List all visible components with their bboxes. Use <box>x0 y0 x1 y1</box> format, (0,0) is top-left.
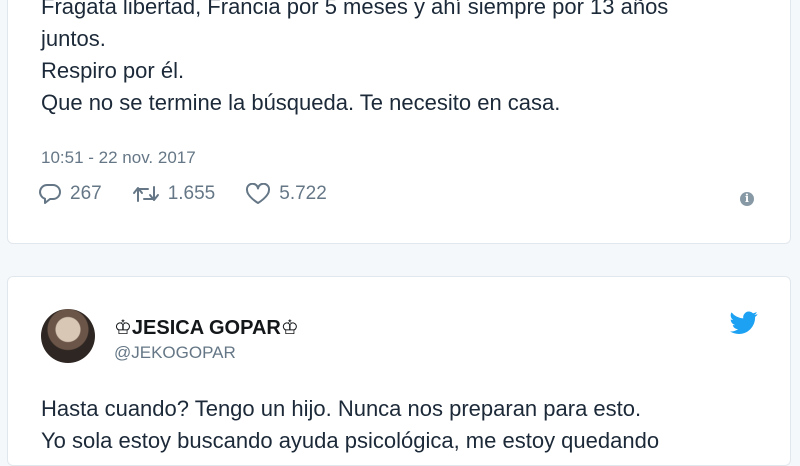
info-icon[interactable]: i <box>740 192 754 206</box>
tweet-text-line: Que no se termine la búsqueda. Te necesi… <box>41 90 561 115</box>
reply-icon <box>39 184 61 204</box>
tweet-card-2[interactable]: ♔JESICA GOPAR♔ @JEKOGOPAR Hasta cuando? … <box>7 276 791 466</box>
tweet-text-line: juntos. <box>41 26 106 51</box>
tweet-actions: 267 1.655 5.722 <box>38 179 760 209</box>
tweet-text: Hasta cuando? Tengo un hijo. Nunca nos p… <box>41 393 760 457</box>
display-name[interactable]: ♔JESICA GOPAR♔ <box>114 315 299 340</box>
reply-count: 267 <box>70 183 102 204</box>
retweet-count: 1.655 <box>167 183 216 204</box>
tweet-card-1[interactable]: Fragata libertad, Francia por 5 meses y … <box>7 0 791 244</box>
twitter-bird-icon[interactable] <box>730 311 758 335</box>
tweet-text-line: Fragata libertad, Francia por 5 meses y … <box>41 0 669 19</box>
tweet-text: Fragata libertad, Francia por 5 meses y … <box>41 0 760 119</box>
tweet-timestamp[interactable]: 10:51 - 22 nov. 2017 <box>41 148 196 168</box>
like-button[interactable]: 5.722 <box>245 183 327 205</box>
tweet-text-line: Respiro por él. <box>41 58 185 83</box>
retweet-icon <box>132 186 159 202</box>
tweet-text-line: Yo sola estoy buscando ayuda psicológica… <box>41 428 660 453</box>
avatar[interactable] <box>41 309 95 363</box>
tweet-text-line: Hasta cuando? Tengo un hijo. Nunca nos p… <box>41 396 642 421</box>
reply-button[interactable]: 267 <box>38 183 102 205</box>
like-count: 5.722 <box>279 183 327 204</box>
retweet-button[interactable]: 1.655 <box>132 183 216 205</box>
like-icon <box>246 183 271 204</box>
user-handle[interactable]: @JEKOGOPAR <box>114 343 236 363</box>
